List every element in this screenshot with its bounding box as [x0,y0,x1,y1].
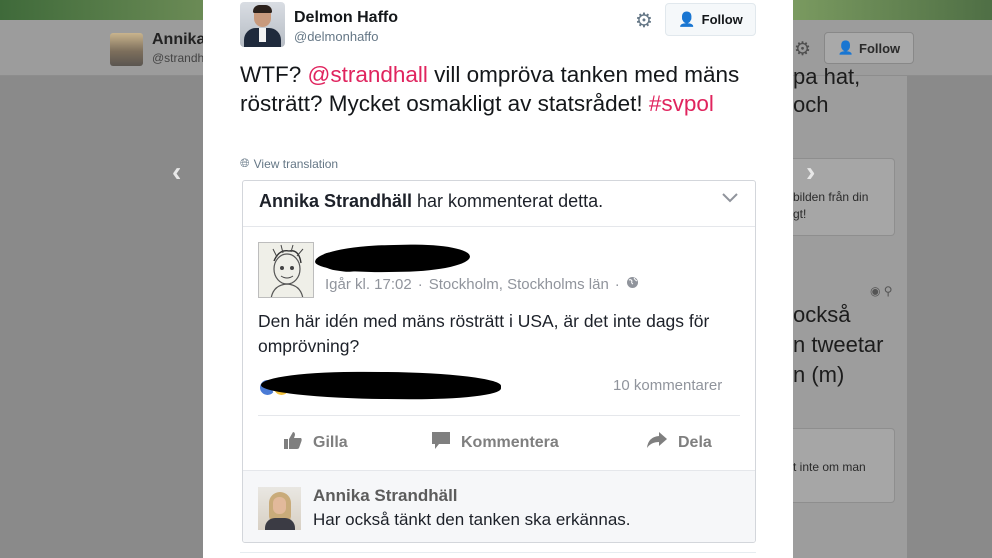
background-profile-name: Annika [152,31,206,48]
background-follow-person-icon: 👤 [837,40,854,55]
fb-header-name: Annika Strandhäll [259,191,413,211]
fb-post-text: Den här idén med mäns rösträtt i USA, är… [258,311,710,356]
tweet-text: WTF? @strandhall vill ompröva tanken med… [240,60,760,118]
background-text-line: pa hat, [793,64,861,89]
fb-post-location: Stockholm, Stockholms län [428,276,609,293]
background-card-line: t inte om man [793,460,866,474]
tweet-attached-image[interactable]: Annika Strandhäll har kommenterat detta.… [242,180,756,543]
fb-header-text: Annika Strandhäll har kommenterat detta. [259,191,603,212]
share-arrow-icon [646,431,668,454]
background-follow-button: 👤 Follow [824,32,914,64]
fb-comment: Annika Strandhäll Har också tänkt den ta… [243,470,755,542]
fb-post-avatar [258,242,314,298]
tweet-text-prefix: WTF? [240,62,308,87]
tweet-author-name[interactable]: Delmon Haffo [294,9,398,27]
tweet-mention-link[interactable]: @strandhall [308,62,428,87]
view-translation-link[interactable]: 🌐︎ View translation [240,156,338,171]
fb-share-action: Dela [646,431,712,454]
follow-person-icon: 👤 [678,11,696,27]
fb-comment-count: 10 kommentarer [613,377,723,394]
fb-post-meta: Igår kl. 17:02 · Stockholm, Stockholms l… [325,276,639,293]
meta-separator: · [417,276,423,293]
globe-icon [626,276,639,293]
thumbs-up-icon [283,431,303,455]
background-card: t inte om man [793,428,895,503]
background-profile-handle: @strandh [152,51,205,65]
view-translation-label: View translation [253,156,339,171]
previous-arrow-icon[interactable]: ‹ [172,156,181,188]
globe-icon: 🌐︎ [240,156,250,170]
speech-bubble-icon [431,431,451,455]
background-card-line: gt! [793,207,807,221]
fb-comment-avatar [258,487,301,530]
background-text-line: n (m) [793,362,845,387]
background-avatar [110,33,143,66]
tweet-author-avatar[interactable] [240,2,285,47]
divider [240,552,756,553]
fb-comment-text: Har också tänkt den tanken ska erkännas. [313,510,631,529]
background-follow-label: Follow [859,40,901,56]
divider [258,415,740,416]
fb-post-time: Igår kl. 17:02 [325,276,412,293]
background-card-line: bilden från din [793,190,869,204]
background-text-line: och [793,92,829,117]
fb-header: Annika Strandhäll har kommenterat detta. [243,181,755,227]
next-arrow-icon[interactable]: › [806,156,815,188]
background-text-line: n tweetar [793,332,884,357]
background-gear-icon: ⚙ [794,39,812,60]
tweet-follow-button[interactable]: 👤 Follow [665,3,756,36]
fb-header-action: har kommenterat detta. [412,191,604,211]
fb-share-label: Dela [678,433,712,451]
fb-like-label: Gilla [313,434,348,451]
meta-separator: · [614,276,620,293]
background-text-line: också [793,302,851,327]
background-geo-icon: ◉ ⚲ [870,284,893,298]
tweet-author-handle[interactable]: @delmonhaffo [294,29,379,44]
tweet-modal: Delmon Haffo @delmonhaffo ⚙ 👤 Follow WTF… [203,0,793,558]
tweet-gear-icon[interactable]: ⚙ [635,8,653,33]
fb-comment-author: Annika Strandhäll [313,486,458,505]
fb-comment-action: Kommentera [431,431,559,455]
fb-like-action: Gilla [283,431,348,455]
tweet-follow-label: Follow [701,12,743,27]
fb-comment-label: Kommentera [461,434,559,451]
tweet-hashtag-link[interactable]: #svpol [649,91,714,116]
chevron-down-icon [721,191,739,209]
